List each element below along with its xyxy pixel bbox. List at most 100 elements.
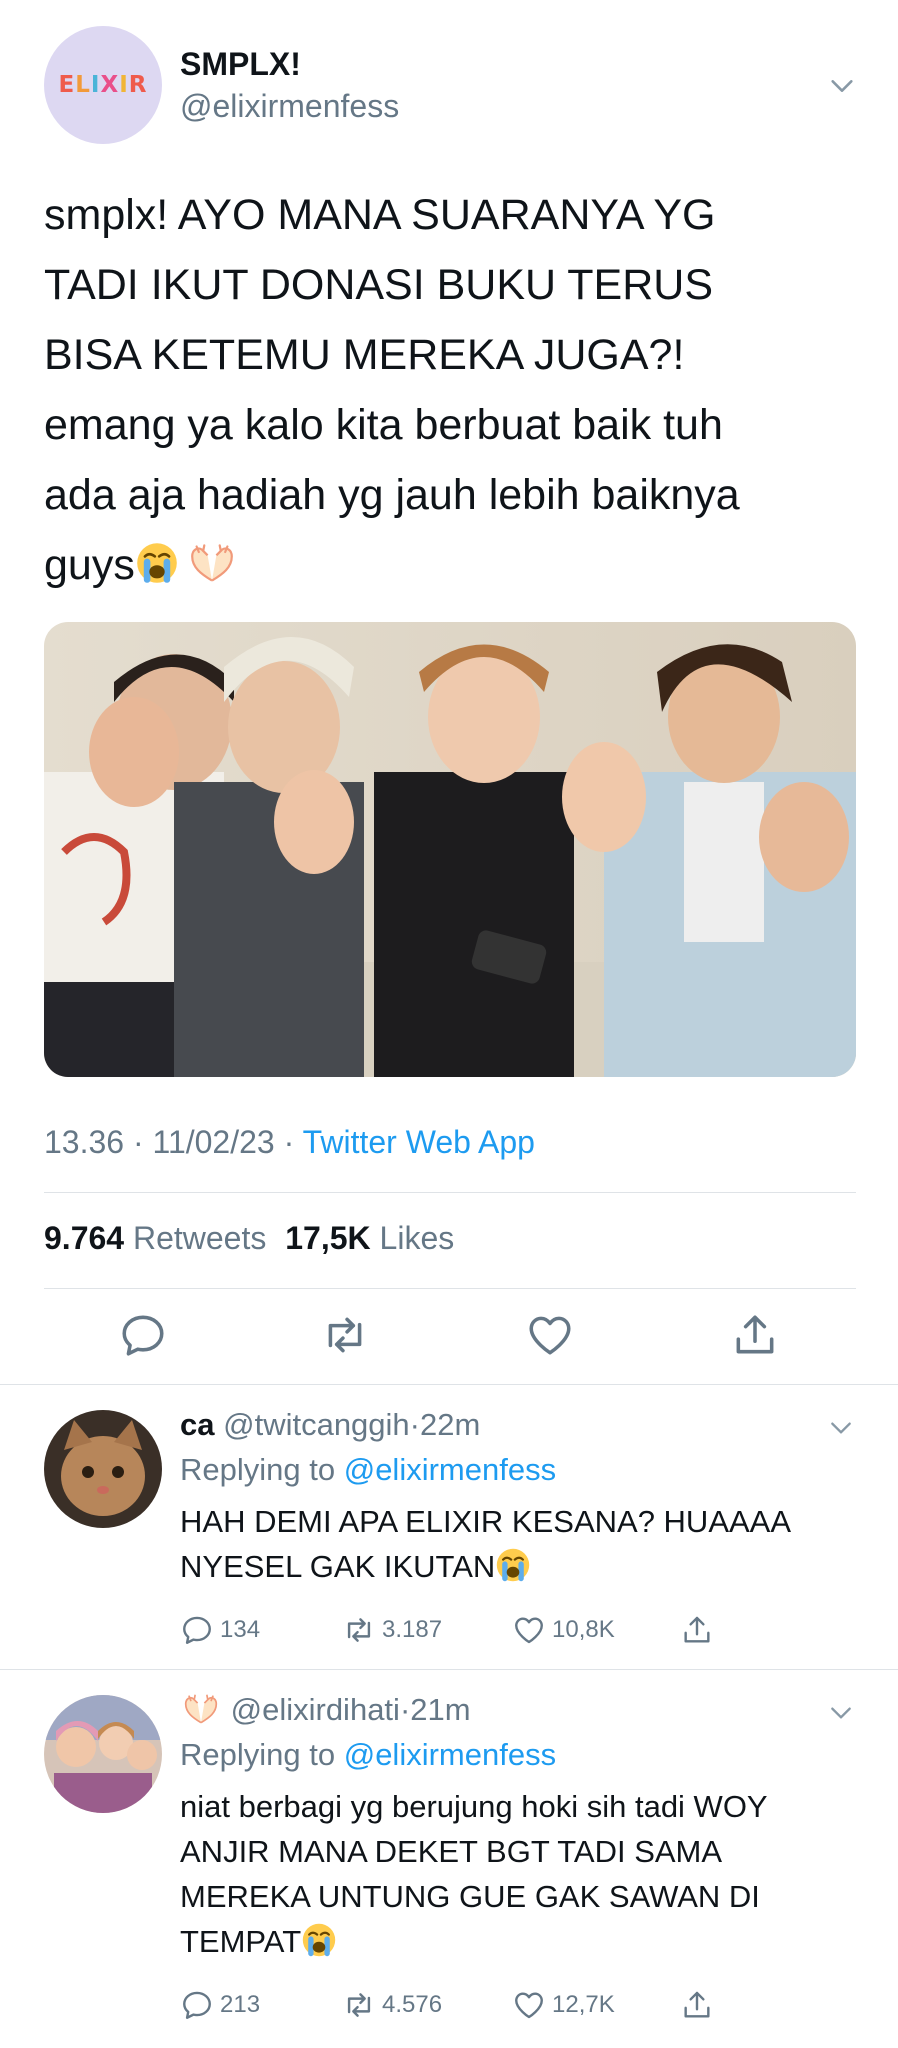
loudly-crying-emoji-icon: [495, 1547, 531, 1583]
reply-time: 22m: [420, 1407, 481, 1442]
retweet-icon: [342, 1613, 376, 1647]
replying-to-link[interactable]: @elixirmenfess: [344, 1737, 556, 1772]
like-heart-icon: [512, 1988, 546, 2022]
reply-header: ca @twitcanggih·22m: [180, 1407, 480, 1443]
author-handle[interactable]: @elixirmenfess: [180, 88, 399, 125]
tweet-text-line: emang ya kalo kita berbuat baik tuh: [44, 401, 723, 449]
retweets-count: 9.764: [44, 1220, 125, 1256]
likes-label: Likes: [379, 1220, 455, 1256]
reply-action-bar: 213 4.576 12,7K: [180, 1988, 800, 2028]
meta-separator: ·: [399, 1692, 411, 1727]
reply-author-handle[interactable]: @elixirdihati: [231, 1692, 400, 1727]
replying-to: Replying to @elixirmenfess: [180, 1737, 556, 1773]
logo-letter: R: [128, 72, 148, 98]
retweet-count: 3.187: [382, 1616, 443, 1643]
like-count: 10,8K: [552, 1616, 615, 1643]
tweet-action-bar: [0, 1310, 898, 1370]
avatar[interactable]: [44, 1410, 162, 1528]
logo-letter: I: [119, 72, 129, 98]
meta-separator: ·: [132, 1124, 144, 1160]
tweet-source-link[interactable]: Twitter Web App: [303, 1124, 535, 1160]
reply-text-last-line: TEMPAT: [180, 1919, 890, 1964]
reply-header: @elixirdihati·21m: [180, 1692, 471, 1728]
retweets-label: Retweets: [132, 1220, 267, 1256]
reply-text-line: niat berbagi yg berujung hoki sih tadi W…: [180, 1789, 768, 1824]
meta-separator: ·: [283, 1124, 295, 1160]
author-display-name[interactable]: SMPLX!: [180, 46, 301, 83]
like-heart-icon[interactable]: [525, 1310, 575, 1360]
divider: [44, 1192, 856, 1193]
likes-count: 17,5K: [285, 1220, 371, 1256]
logo-letter: L: [75, 72, 91, 98]
reply-text: HAH DEMI APA ELIXIR KESANA? HUAAAA NYESE…: [180, 1499, 890, 1589]
replying-to-link[interactable]: @elixirmenfess: [344, 1452, 556, 1487]
reply-text-last-line: NYESEL GAK IKUTAN: [180, 1544, 890, 1589]
tweet-text-line: BISA KETEMU MEREKA JUGA?!: [44, 331, 685, 379]
like-button[interactable]: 12,7K: [512, 1988, 615, 2022]
reply-text-line: HAH DEMI APA ELIXIR KESANA? HUAAAA: [180, 1504, 792, 1539]
retweet-icon: [342, 1988, 376, 2022]
logo-letter: E: [58, 72, 76, 98]
divider: [44, 1288, 856, 1289]
like-count: 12,7K: [552, 1991, 615, 2018]
heart-hands-emoji-icon: [180, 1692, 222, 1726]
share-icon: [680, 1613, 714, 1647]
retweet-icon[interactable]: [320, 1310, 370, 1360]
share-button[interactable]: [680, 1988, 720, 2022]
share-icon: [680, 1988, 714, 2022]
tweet-photo[interactable]: [44, 622, 856, 1077]
reply-item[interactable]: ca @twitcanggih·22m Replying to @elixirm…: [0, 1385, 898, 1669]
tweet-date[interactable]: 11/02/23: [153, 1124, 275, 1160]
reply-text: niat berbagi yg berujung hoki sih tadi W…: [180, 1784, 890, 1964]
tweet-time: 13.36: [44, 1124, 125, 1160]
reply-text-line: NYESEL GAK IKUTAN: [180, 1549, 496, 1584]
heart-hands-emoji-icon: [185, 541, 239, 585]
reply-author-name[interactable]: ca: [180, 1407, 214, 1442]
share-button[interactable]: [680, 1613, 720, 1647]
tweet-text-line: ada aja hadiah yg jauh lebih baiknya: [44, 471, 740, 519]
tweet-text-line: smplx! AYO MANA SUARANYA YG: [44, 191, 716, 239]
logo-letter: X: [100, 72, 120, 98]
tweet-text-line: TADI IKUT DONASI BUKU TERUS: [44, 261, 713, 309]
reply-button[interactable]: 134: [180, 1613, 260, 1647]
tweet-text-line: guys: [44, 541, 135, 589]
reply-text-line: MEREKA UNTUNG GUE GAK SAWAN DI: [180, 1879, 760, 1914]
like-button[interactable]: 10,8K: [512, 1613, 615, 1647]
tweet-stats: 9.764 Retweets 17,5K Likes: [44, 1220, 454, 1257]
author-avatar[interactable]: ELIXIR: [44, 26, 162, 144]
reply-author-handle[interactable]: @twitcanggih: [223, 1407, 410, 1442]
share-icon[interactable]: [730, 1310, 780, 1360]
reply-count: 213: [220, 1991, 261, 2018]
reply-item[interactable]: @elixirdihati·21m Replying to @elixirmen…: [0, 1670, 898, 2048]
reply-text-line: TEMPAT: [180, 1924, 302, 1959]
loudly-crying-emoji-icon: [301, 1922, 337, 1958]
reply-text-line: ANJIR MANA DEKET BGT TADI SAMA: [180, 1834, 723, 1869]
reply-count: 134: [220, 1616, 261, 1643]
reply-icon[interactable]: [118, 1310, 168, 1360]
reply-icon: [180, 1613, 214, 1647]
elixir-logo: ELIXIR: [59, 72, 148, 98]
tweet-text-last-line: guys: [44, 530, 864, 600]
reply-icon: [180, 1988, 214, 2022]
chevron-down-icon[interactable]: [828, 1415, 854, 1441]
retweet-button[interactable]: 3.187: [342, 1613, 442, 1647]
likes-stat[interactable]: 17,5K Likes: [285, 1220, 454, 1256]
loudly-crying-emoji-icon: [135, 541, 179, 585]
tweet-text: smplx! AYO MANA SUARANYA YG TADI IKUT DO…: [44, 180, 864, 600]
reply-button[interactable]: 213: [180, 1988, 260, 2022]
meta-separator: ·: [409, 1407, 420, 1442]
replying-to-prefix: Replying to: [180, 1737, 336, 1772]
chevron-down-icon[interactable]: [828, 72, 856, 100]
like-heart-icon: [512, 1613, 546, 1647]
tweet-meta: 13.36 · 11/02/23 · Twitter Web App: [44, 1124, 535, 1161]
replying-to-prefix: Replying to: [180, 1452, 336, 1487]
reply-action-bar: 134 3.187 10,8K: [180, 1613, 800, 1653]
chevron-down-icon[interactable]: [828, 1700, 854, 1726]
retweet-count: 4.576: [382, 1991, 443, 2018]
logo-letter: I: [90, 72, 101, 98]
avatar[interactable]: [44, 1695, 162, 1813]
reply-time: 21m: [410, 1692, 471, 1727]
retweet-button[interactable]: 4.576: [342, 1988, 442, 2022]
retweets-stat[interactable]: 9.764 Retweets: [44, 1220, 266, 1256]
replying-to: Replying to @elixirmenfess: [180, 1452, 556, 1488]
